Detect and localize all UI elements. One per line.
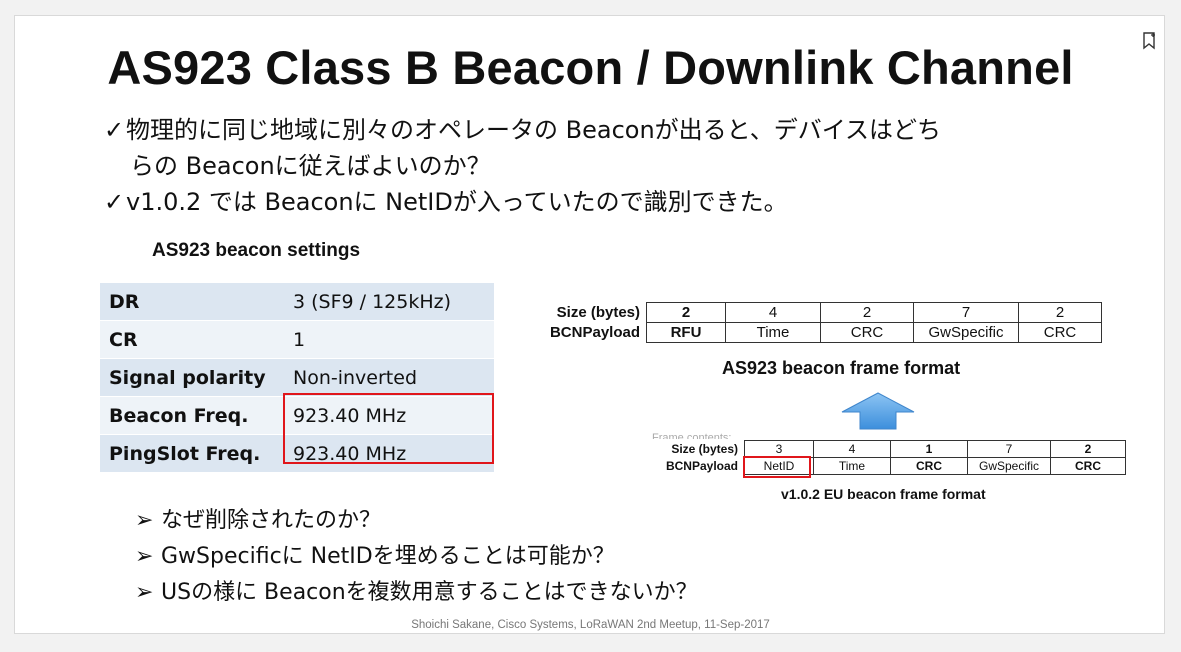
setting-key: PingSlot Freq. [100, 434, 284, 473]
bottom-bullet-2: ➢ GwSpecificに NetIDを埋めることは可能か？ [135, 539, 698, 575]
setting-key: Signal polarity [100, 358, 284, 397]
table-row: Signal polarity Non-inverted [100, 358, 494, 397]
field-cell: CRC [1018, 322, 1102, 343]
size-cell: 4 [813, 440, 891, 458]
arrow-bullet-icon: ➢ [135, 544, 154, 569]
bullet-text: v1.0.2 では Beaconに NetIDが入っていたので識別できた。 [126, 188, 788, 216]
table-row: BCNPayload NetID Time CRC GwSpecific CRC [650, 457, 1126, 475]
setting-value: 1 [284, 320, 494, 359]
bottom-bullet-3: ➢ USの様に Beaconを複数用意することはできないか？ [135, 575, 698, 611]
table-row: DR 3 (SF9 / 125kHz) [100, 283, 494, 321]
field-cell: CRC [1050, 457, 1126, 475]
bullet-text: USの様に Beaconを複数用意することはできないか？ [161, 580, 698, 605]
top-bullet-1: ✓物理的に同じ地域に別々のオペレータの Beaconが出ると、デバイスはどち [104, 112, 941, 148]
size-cell: 4 [725, 302, 821, 323]
size-cell: 1 [890, 440, 968, 458]
field-cell: RFU [646, 322, 726, 343]
size-cell: 2 [1050, 440, 1126, 458]
setting-key: DR [100, 283, 284, 321]
bottom-bullet-list: ➢ なぜ削除されたのか？ ➢ GwSpecificに NetIDを埋めることは可能か… [135, 503, 698, 611]
table-row: Size (bytes) 2 4 2 7 2 [528, 302, 1102, 323]
bullet-text: GwSpecificに NetIDを埋めることは可能か？ [161, 544, 615, 569]
slide-footer: Shoichi Sakane, Cisco Systems, LoRaWAN 2… [411, 619, 770, 631]
setting-key: CR [100, 320, 284, 359]
netid-highlight-box [743, 456, 811, 478]
field-cell: Time [725, 322, 821, 343]
field-cell: GwSpecific [913, 322, 1019, 343]
as923-frame-table: Size (bytes) 2 4 2 7 2 BCNPayload RFU Ti… [528, 302, 1102, 343]
size-cell: 2 [820, 302, 914, 323]
arrow-bullet-icon: ➢ [135, 508, 154, 533]
check-icon: ✓ [104, 116, 125, 144]
field-cell: GwSpecific [967, 457, 1051, 475]
size-label: Size (bytes) [671, 442, 738, 456]
table-row: CR 1 [100, 320, 494, 359]
field-cell: Time [813, 457, 891, 475]
bullet-text: 物理的に同じ地域に別々のオペレータの Beaconが出ると、デバイスはどち [126, 116, 941, 144]
payload-label: BCNPayload [549, 324, 640, 341]
check-icon: ✓ [104, 188, 125, 216]
eu-frame-table: Size (bytes) 3 4 1 7 2 BCNPayload NetID … [650, 440, 1126, 475]
setting-value: 3 (SF9 / 125kHz) [284, 283, 494, 321]
size-cell: 3 [744, 440, 814, 458]
eu-frame-caption: v1.0.2 EU beacon frame format [781, 486, 986, 502]
frequency-highlight-box [283, 393, 494, 464]
table-row: Size (bytes) 3 4 1 7 2 [650, 440, 1126, 458]
payload-label: BCNPayload [665, 459, 738, 473]
size-cell: 2 [646, 302, 726, 323]
arrow-up-icon [841, 392, 915, 430]
size-cell: 7 [967, 440, 1051, 458]
slide-title: AS923 Class B Beacon / Downlink Channel [107, 41, 1074, 94]
size-cell: 2 [1018, 302, 1102, 323]
table-row: BCNPayload RFU Time CRC GwSpecific CRC [528, 322, 1102, 343]
size-label: Size (bytes) [556, 304, 640, 321]
top-bullet-1-continuation: らの Beaconに従えばよいのか？ [130, 152, 491, 180]
arrow-bullet-icon: ➢ [135, 580, 154, 605]
field-cell: CRC [890, 457, 968, 475]
top-bullet-2: ✓v1.0.2 では Beaconに NetIDが入っていたので識別できた。 [104, 184, 941, 220]
setting-key: Beacon Freq. [100, 396, 284, 435]
frame-contents-cutoff: Frame contents: [652, 432, 732, 439]
as923-frame-caption: AS923 beacon frame format [722, 358, 961, 378]
size-cell: 7 [913, 302, 1019, 323]
setting-value: Non-inverted [284, 358, 494, 397]
settings-caption: AS923 beacon settings [152, 240, 361, 261]
bullet-text: なぜ削除されたのか？ [161, 508, 382, 533]
field-cell: CRC [820, 322, 914, 343]
bottom-bullet-1: ➢ なぜ削除されたのか？ [135, 503, 698, 539]
top-bullet-list: ✓物理的に同じ地域に別々のオペレータの Beaconが出ると、デバイスはどち ら… [104, 112, 941, 220]
